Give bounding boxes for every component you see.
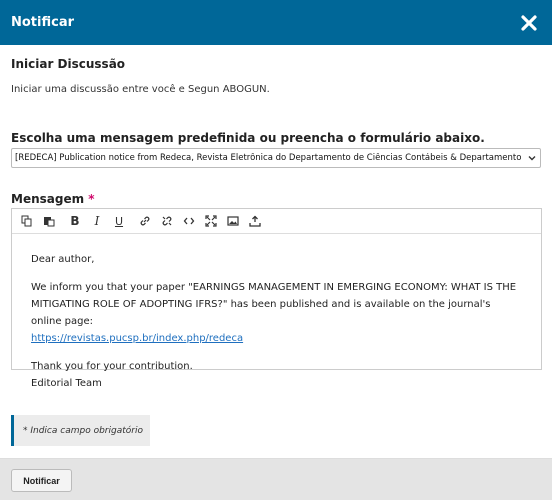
bold-icon[interactable]: B	[64, 210, 86, 232]
image-icon[interactable]	[222, 210, 244, 232]
message-closing: Thank you for your contribution.	[31, 361, 193, 372]
fullscreen-icon[interactable]	[200, 210, 222, 232]
discussion-description: Iniciar uma discussão entre você e Segun…	[11, 84, 270, 95]
message-signature: Editorial Team	[31, 378, 102, 389]
copy-icon[interactable]	[16, 210, 38, 232]
modal-title: Notificar	[11, 15, 75, 30]
italic-icon[interactable]: I	[86, 210, 108, 232]
template-selected-value: [REDECA] Publication notice from Redeca,…	[15, 153, 522, 163]
link-icon[interactable]	[134, 210, 156, 232]
discussion-title: Iniciar Discussão	[11, 57, 126, 71]
close-icon	[521, 14, 537, 31]
message-editor: B I U Dear author, We inform you that yo…	[11, 208, 542, 389]
message-greeting: Dear author,	[31, 254, 95, 265]
underline-icon[interactable]: U	[108, 210, 130, 232]
template-label: Escolha uma mensagem predefinida ou pree…	[11, 131, 485, 145]
message-label-text: Mensagem	[11, 192, 85, 206]
message-paragraph: We inform you that your paper "EARNINGS …	[31, 282, 517, 327]
upload-icon[interactable]	[244, 210, 266, 232]
code-icon[interactable]	[178, 210, 200, 232]
modal-footer: Notificar	[0, 458, 552, 500]
required-mark: *	[88, 192, 95, 206]
template-select[interactable]: [REDECA] Publication notice from Redeca,…	[11, 148, 541, 168]
journal-link[interactable]: https://revistas.pucsp.br/index.php/rede…	[31, 333, 243, 344]
editor-toolbar: B I U	[12, 209, 541, 234]
message-label: Mensagem *	[11, 192, 95, 206]
notify-button[interactable]: Notificar	[11, 469, 72, 492]
required-field-note: * Indica campo obrigatório	[11, 415, 150, 446]
paste-icon[interactable]	[38, 210, 60, 232]
unlink-icon[interactable]	[156, 210, 178, 232]
modal-header: Notificar	[0, 0, 552, 45]
close-button[interactable]	[518, 12, 540, 34]
chevron-down-icon	[528, 156, 536, 161]
editor-content[interactable]: Dear author, We inform you that your pap…	[12, 234, 541, 392]
